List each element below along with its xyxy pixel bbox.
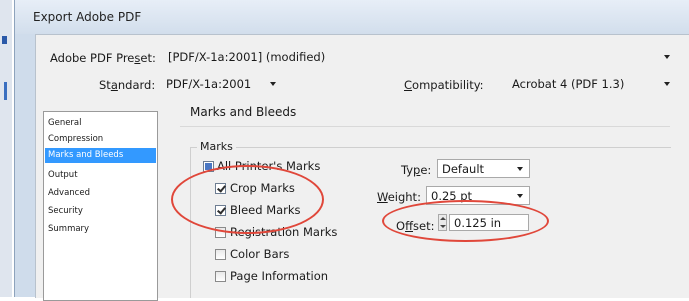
- color-bars-checkbox[interactable]: [215, 249, 226, 260]
- background-window-strip: [0, 0, 12, 297]
- preset-label: Adobe PDF Preset:: [50, 51, 156, 65]
- chevron-down-icon: [517, 194, 523, 198]
- sidebar-item-compression[interactable]: Compression: [45, 132, 156, 147]
- sidebar-item-security[interactable]: Security: [45, 204, 156, 219]
- compatibility-label: Compatibility:: [404, 78, 484, 92]
- compatibility-value: Acrobat 4 (PDF 1.3): [512, 77, 625, 91]
- highlight-ellipse-crop-bleed: [171, 165, 324, 234]
- preset-dropdown[interactable]: [PDF/X-1a:2001] (modified): [166, 48, 672, 67]
- sidebar-item-advanced[interactable]: Advanced: [45, 186, 156, 201]
- type-label: Type:: [401, 163, 432, 177]
- chevron-down-icon: [517, 167, 523, 171]
- background-window-mark: [2, 36, 7, 44]
- sidebar-item-general[interactable]: General: [45, 116, 156, 131]
- category-list: General Compression Marks and Bleeds Out…: [43, 111, 158, 301]
- title-bar: Export Adobe PDF: [15, 0, 689, 34]
- window-title: Export Adobe PDF: [33, 10, 142, 24]
- type-dropdown[interactable]: Default: [437, 159, 530, 178]
- page-information-label: Page Information: [230, 269, 329, 283]
- standard-dropdown[interactable]: PDF/X-1a:2001: [164, 75, 282, 94]
- type-value: Default: [442, 162, 485, 176]
- standard-value: PDF/X-1a:2001: [166, 77, 252, 91]
- preset-value: [PDF/X-1a:2001] (modified): [168, 50, 326, 64]
- background-window-mark: [4, 82, 7, 100]
- sidebar-item-output[interactable]: Output: [45, 168, 156, 183]
- sidebar-item-summary[interactable]: Summary: [45, 222, 156, 237]
- highlight-ellipse-offset: [382, 200, 549, 242]
- sidebar-item-marks-and-bleeds[interactable]: Marks and Bleeds: [45, 148, 156, 163]
- weight-label: Weight:: [377, 190, 421, 204]
- page-information-checkbox[interactable]: [215, 271, 226, 282]
- section-title: Marks and Bleeds: [190, 105, 297, 119]
- standard-label: Standard:: [99, 78, 156, 92]
- color-bars-label: Color Bars: [230, 247, 290, 261]
- section-divider: [180, 126, 670, 127]
- compatibility-dropdown[interactable]: Acrobat 4 (PDF 1.3): [508, 75, 672, 94]
- chevron-down-icon: [664, 82, 670, 86]
- marks-group-label: Marks: [197, 140, 236, 153]
- chevron-down-icon: [664, 55, 670, 59]
- chevron-down-icon: [270, 82, 276, 86]
